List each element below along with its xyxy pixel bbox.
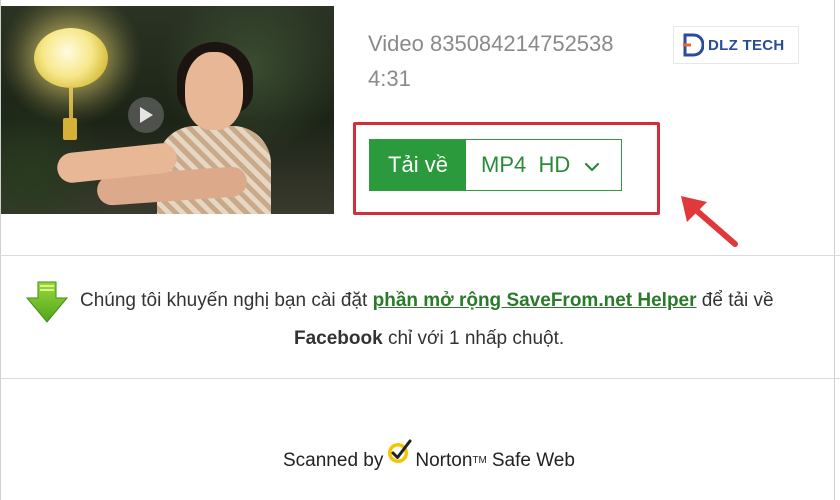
divider-top (0, 255, 840, 256)
download-arrow-icon (25, 280, 69, 329)
trademark-mark: TM (472, 454, 487, 466)
format-select[interactable]: MP4 HD (466, 140, 621, 190)
recommendation-line-2: Facebook chỉ với 1 nhấp chuột. (294, 328, 564, 350)
video-title: Video 835084214752538 (368, 31, 614, 56)
lantern-tassel (63, 118, 77, 140)
recommendation-text: Chúng tôi khuyến nghị bạn cài đặt (80, 290, 373, 311)
chevron-down-icon (584, 153, 600, 179)
video-duration: 4:31 (368, 66, 411, 91)
safe-web-text: Safe Web (491, 450, 575, 471)
person-face (185, 52, 243, 130)
logo-text: DLZ TECH (708, 36, 785, 54)
savefrom-helper-link[interactable]: phần mở rộng SaveFrom.net Helper (373, 290, 697, 311)
scanned-by-norton: Scanned by Norton TM Safe Web (283, 439, 575, 478)
download-group: Tải về MP4 HD (369, 139, 622, 191)
download-button[interactable]: Tải về (370, 140, 466, 190)
scanned-by-text: Scanned by (283, 450, 384, 471)
page-border-right (834, 0, 835, 500)
dlz-tech-logo: DLZ TECH (673, 26, 799, 64)
recommendation-text-after: để tải về (696, 290, 774, 311)
platform-name: Facebook (294, 328, 383, 349)
lantern-graphic (34, 28, 108, 88)
recommendation-line-1: Chúng tôi khuyến nghị bạn cài đặt phần m… (80, 290, 774, 312)
play-icon[interactable] (128, 97, 164, 133)
dlz-logo-mark-icon (683, 33, 704, 57)
divider-bottom (0, 378, 840, 379)
recommendation-text-end: chỉ với 1 nhấp chuột. (382, 328, 565, 349)
video-thumbnail[interactable] (1, 6, 334, 214)
norton-text: Norton (415, 450, 473, 471)
norton-check-icon (385, 438, 413, 472)
red-arrow-annotation (675, 190, 745, 257)
format-select-label: MP4 HD (481, 152, 571, 177)
